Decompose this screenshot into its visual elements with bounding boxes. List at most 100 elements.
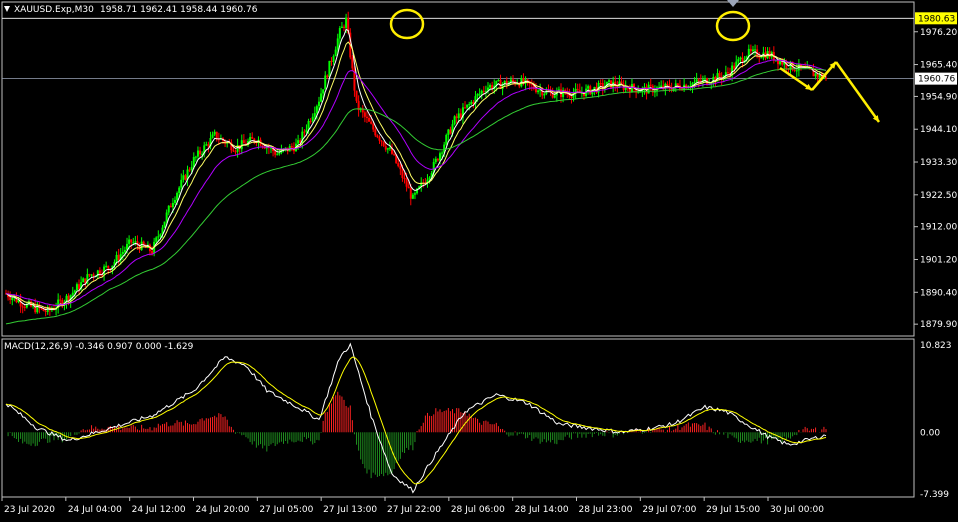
candle-body: [378, 137, 381, 141]
candle-body: [489, 85, 492, 88]
candle-body: [334, 49, 337, 57]
candle-body: [92, 274, 95, 277]
header-labels: XAUUSD.Exp,M30 1958.71 1962.41 1958.44 1…: [4, 5, 258, 352]
candle-body: [403, 178, 406, 180]
candle-body: [587, 86, 590, 89]
price-tick-label: 1922.50: [920, 191, 957, 201]
time-tick-label: 27 Jul 13:00: [323, 505, 377, 515]
candle-body: [121, 251, 124, 255]
candle-body: [90, 274, 93, 276]
candle-body: [620, 81, 623, 84]
candle-body: [332, 56, 335, 62]
time-tick-label: 27 Jul 05:00: [259, 505, 313, 515]
candle-body: [409, 188, 412, 199]
candle-body: [793, 70, 796, 72]
candle-body: [130, 239, 133, 243]
candle-body: [413, 193, 416, 195]
macd-label: MACD(12,26,9) -0.346 0.907 0.000 -1.629: [4, 342, 194, 352]
price-tick-label: 1879.90: [920, 320, 957, 330]
marker-triangle: [727, 0, 739, 7]
candle-body: [188, 169, 191, 171]
candle-body: [445, 135, 448, 145]
current-price-label: 1960.76: [918, 75, 955, 85]
annotation-circle: [715, 10, 751, 42]
candle-body: [315, 106, 318, 114]
time-tick-label: 27 Jul 22:00: [387, 505, 441, 515]
candle-body: [751, 49, 754, 52]
time-tick-label: 30 Jul 00:00: [770, 505, 824, 515]
candle-body: [468, 104, 471, 106]
time-tick-label: 28 Jul 23:00: [579, 505, 633, 515]
price-tick-label: 1901.20: [920, 255, 957, 265]
candle-body: [251, 137, 254, 139]
candle-body: [814, 73, 817, 77]
candle-body: [512, 79, 515, 82]
candle-body: [174, 199, 177, 203]
candle-body: [376, 135, 379, 138]
high-price-label: 1980.63: [918, 14, 955, 24]
candle-body: [476, 94, 479, 97]
candle-body: [194, 156, 197, 158]
chart-window[interactable]: 1976.20 1965.40 1954.90 1944.10 1933.30 1922.…: [0, 0, 958, 518]
candle-body: [82, 278, 85, 283]
candle-body: [363, 112, 366, 117]
ohlc-label: 1958.71 1962.41 1958.44 1960.76: [100, 5, 258, 15]
time-tick-label: 28 Jul 06:00: [451, 505, 505, 515]
candle-body: [276, 154, 279, 156]
ma-long-line: [5, 68, 827, 325]
chart-canvas[interactable]: 1976.20 1965.40 1954.90 1944.10 1933.30 1922.…: [0, 0, 958, 518]
candle-body: [726, 72, 729, 74]
candle-body: [343, 26, 346, 28]
candle-body: [660, 85, 663, 87]
candle-body: [182, 175, 185, 180]
moving-averages: [5, 28, 827, 325]
candle-body: [163, 221, 166, 228]
candle-body: [589, 86, 592, 95]
candle-body: [401, 169, 404, 179]
candle-body: [436, 158, 439, 161]
candle-body: [249, 137, 252, 142]
candle-body: [570, 96, 573, 98]
symbol-label: XAUUSD.Exp,M30: [14, 5, 94, 15]
macd-panel-frame: [1, 338, 915, 498]
annotation-circle: [389, 8, 425, 40]
candle-body: [470, 101, 473, 105]
candle-body: [107, 265, 110, 269]
candle-body: [23, 306, 26, 308]
candle-body: [98, 270, 101, 275]
candle-body: [649, 84, 652, 86]
candle-body: [171, 202, 174, 208]
candle-body: [11, 298, 14, 301]
candle-body: [78, 284, 81, 290]
candle-body: [165, 212, 168, 222]
candle-body: [749, 48, 752, 52]
candle-body: [134, 241, 137, 243]
candle-body: [733, 65, 736, 69]
chart-menu-icon[interactable]: [4, 6, 10, 12]
candle-body: [399, 166, 402, 170]
candle-body: [155, 237, 158, 242]
candle-body: [543, 93, 546, 96]
candle-body: [388, 147, 391, 149]
candle-body: [59, 299, 62, 301]
candle-body: [526, 79, 529, 81]
candle-body: [217, 139, 220, 141]
candlestick-series: [5, 11, 827, 317]
candle-body: [21, 306, 24, 308]
time-tick-label: 28 Jul 14:00: [515, 505, 569, 515]
candle-body: [151, 251, 154, 254]
candle-body: [297, 140, 300, 144]
candle-body: [169, 205, 172, 208]
candle-body: [178, 187, 181, 193]
candle-body: [608, 80, 611, 82]
candle-body: [355, 90, 358, 101]
candle-body: [695, 79, 698, 83]
candle-body: [447, 129, 450, 136]
candle-body: [384, 146, 387, 150]
candle-body: [167, 205, 170, 213]
price-tick-label: 1890.40: [920, 288, 957, 298]
candle-body: [71, 292, 74, 295]
candle-body: [75, 284, 78, 291]
candle-body: [537, 90, 540, 93]
candle-body: [576, 88, 579, 91]
